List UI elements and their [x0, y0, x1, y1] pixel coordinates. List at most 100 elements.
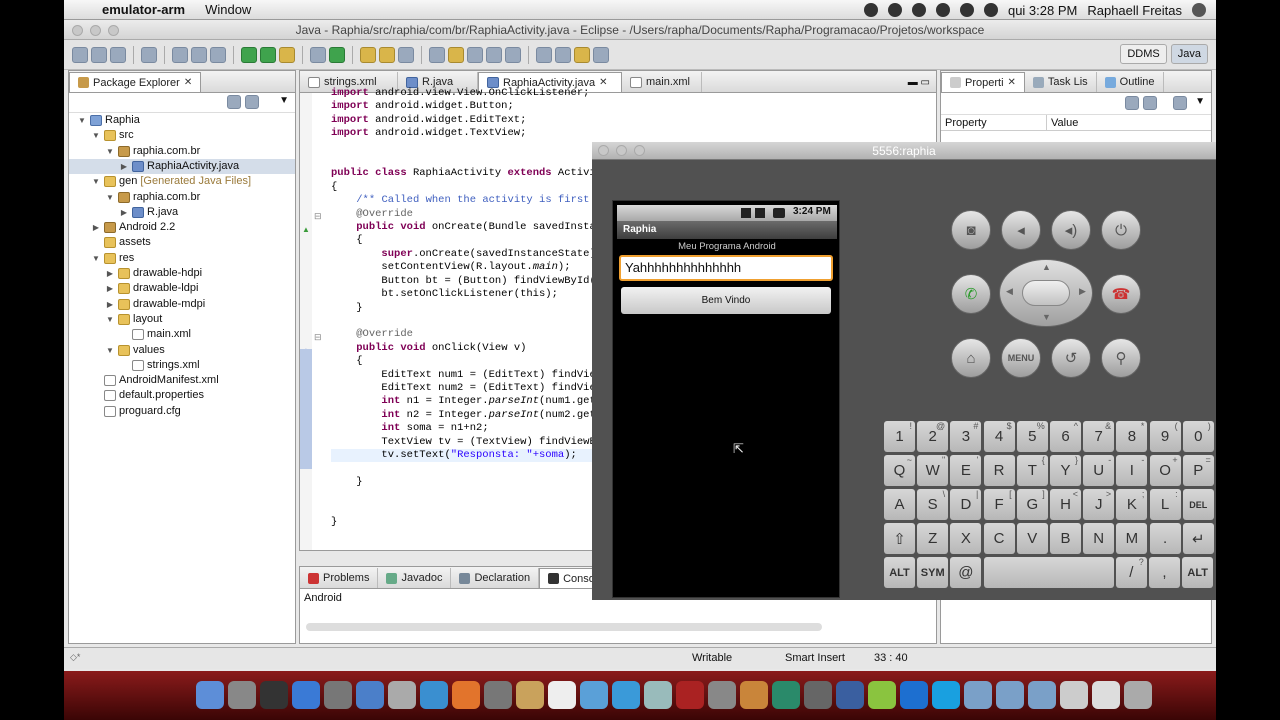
tree-item[interactable]: ▼ Raphia [69, 113, 295, 128]
package-icon[interactable] [191, 46, 207, 63]
link-with-editor-icon[interactable] [245, 95, 259, 109]
tab-package-explorer[interactable]: Package Explorer ✕ [69, 72, 202, 92]
key-3[interactable]: 3 # [950, 421, 982, 452]
key-c[interactable]: C [983, 523, 1015, 554]
close-icon[interactable]: ✕ [1008, 77, 1016, 88]
key-,[interactable]: , [1149, 557, 1180, 588]
finder-icon[interactable] [196, 681, 224, 709]
tree-item[interactable]: strings.xml [69, 358, 295, 373]
tab-declaration[interactable]: Declaration [451, 568, 540, 588]
open-folder-icon[interactable] [360, 46, 376, 63]
key-l[interactable]: L: [1149, 489, 1181, 520]
collapsed-twisty-icon[interactable]: ▶ [105, 266, 115, 281]
dpad-right-icon[interactable]: ▶ [1079, 286, 1086, 297]
key-h[interactable]: H < [1050, 489, 1081, 520]
camera-button[interactable]: ◙ [951, 210, 991, 250]
key-f[interactable]: F[ [983, 489, 1015, 520]
key-0[interactable]: 0) [1182, 421, 1214, 452]
address-book-icon[interactable] [516, 681, 544, 709]
menubar-user[interactable]: Raphaell Freitas [1087, 3, 1182, 18]
bluetooth-icon[interactable] [911, 3, 926, 17]
bem-vindo-button[interactable]: Bem Vindo [621, 287, 831, 314]
battery-icon[interactable] [983, 3, 998, 17]
key-alt[interactable]: ALT [1182, 557, 1214, 588]
expanded-twisty-icon[interactable]: ▼ [91, 128, 101, 143]
back-button[interactable]: ↺ [1051, 338, 1091, 378]
android-icon[interactable] [868, 681, 896, 709]
fold-toggle[interactable]: ⊟ [314, 211, 322, 222]
key-del[interactable]: DEL [1182, 489, 1214, 520]
horizontal-scrollbar[interactable] [306, 623, 822, 631]
run-icon[interactable] [260, 46, 276, 63]
end-call-button[interactable]: ☎ [1101, 274, 1141, 314]
search-button[interactable]: ⚲ [1101, 338, 1141, 378]
emulator-close-button[interactable] [598, 145, 609, 156]
mark-occurrences-icon[interactable] [448, 46, 464, 63]
tools-icon[interactable] [708, 681, 736, 709]
dpad-down-icon[interactable]: ▼ [1042, 312, 1051, 322]
new-icon[interactable] [72, 46, 88, 63]
time-machine-icon[interactable] [772, 681, 800, 709]
dpad-center-button[interactable] [1022, 280, 1070, 306]
power-button[interactable]: ⏻ [1101, 210, 1141, 250]
tree-item[interactable]: ▶ RaphiaActivity.java [69, 158, 295, 174]
key-2[interactable]: 2 @ [917, 421, 949, 452]
key-a[interactable]: A [884, 489, 915, 520]
volume-icon[interactable] [959, 3, 974, 17]
key-9[interactable]: 9( [1149, 421, 1181, 452]
key-alt[interactable]: ALT [884, 557, 915, 588]
photo-booth-icon[interactable] [484, 681, 512, 709]
key-e[interactable]: E ' [950, 455, 982, 486]
back-arrow-icon[interactable] [574, 46, 590, 63]
pin-icon[interactable] [1173, 96, 1187, 110]
key-x[interactable]: X [950, 523, 982, 554]
home-button[interactable]: ⌂ [951, 338, 991, 378]
key-g[interactable]: G] [1016, 489, 1048, 520]
emulator-minimize-button[interactable] [616, 145, 627, 156]
folder-icon[interactable] [964, 681, 992, 709]
folder-icon[interactable] [1028, 681, 1056, 709]
key-y[interactable]: Y} [1050, 455, 1081, 486]
dpad-up-icon[interactable]: ▲ [1042, 262, 1051, 272]
key-u[interactable]: U- [1083, 455, 1115, 486]
emulator-zoom-button[interactable] [634, 145, 645, 156]
time-machine-icon[interactable] [887, 3, 902, 17]
key-k[interactable]: K; [1116, 489, 1148, 520]
tree-item[interactable]: proguard.cfg [69, 404, 295, 419]
grid-icon[interactable] [804, 681, 832, 709]
next-annotation-icon[interactable] [536, 46, 552, 63]
external-tools-icon[interactable] [279, 46, 295, 63]
pencil-icon[interactable] [388, 681, 416, 709]
key-m[interactable]: M [1116, 523, 1148, 554]
tree-item[interactable]: main.xml [69, 327, 295, 342]
forward-arrow-icon[interactable] [593, 46, 609, 63]
block-selection-icon[interactable] [467, 46, 483, 63]
search-folder-icon[interactable] [379, 46, 395, 63]
tab-javadoc[interactable]: Javadoc [378, 568, 452, 588]
menubar-clock[interactable]: qui 3:28 PM [1008, 3, 1077, 18]
expanded-twisty-icon[interactable]: ▼ [91, 251, 101, 266]
spotlight-search-icon[interactable] [1192, 3, 1206, 17]
space-key[interactable]: SPACE [983, 557, 1114, 588]
preview-doc-icon[interactable] [1060, 681, 1088, 709]
open-type-icon[interactable] [210, 46, 226, 63]
key-w[interactable]: W " [917, 455, 949, 486]
column-value[interactable]: Value [1047, 115, 1211, 130]
folder-icon[interactable] [996, 681, 1024, 709]
android-sdk-icon[interactable] [141, 46, 157, 63]
show-source-icon[interactable] [505, 46, 521, 63]
view-menu-icon[interactable]: ▼ [1195, 96, 1205, 107]
new-class-icon[interactable] [329, 46, 345, 63]
key-i[interactable]: I- [1116, 455, 1148, 486]
perspective-ddms[interactable]: DDMS [1120, 44, 1167, 64]
collapsed-twisty-icon[interactable]: ▶ [119, 159, 129, 174]
key-@[interactable]: @ [950, 557, 982, 588]
tree-item[interactable]: ▼ values [69, 343, 295, 358]
tree-item[interactable]: ▼ res [69, 251, 295, 266]
tree-item[interactable]: ▶ drawable-hdpi [69, 266, 295, 281]
key-1[interactable]: 1! [884, 421, 915, 452]
key-sym[interactable]: SYM [917, 557, 949, 588]
new-java-project-icon[interactable] [310, 46, 326, 63]
key-.[interactable]: . [1149, 523, 1181, 554]
ie-icon[interactable] [900, 681, 928, 709]
